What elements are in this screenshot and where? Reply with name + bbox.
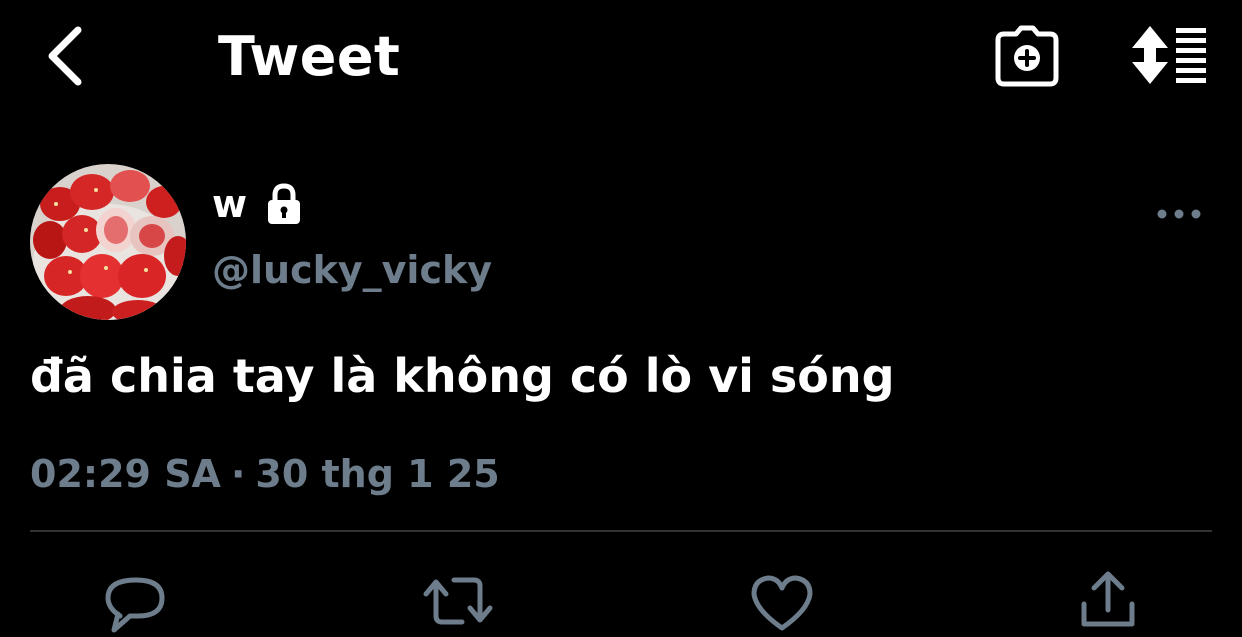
like-button[interactable]	[746, 568, 818, 637]
retweet-button[interactable]	[422, 568, 494, 637]
chevron-left-icon	[48, 26, 82, 86]
divider	[30, 530, 1212, 532]
page-title: Tweet	[218, 25, 401, 88]
strawberries-avatar	[30, 164, 186, 320]
heart-icon	[751, 575, 813, 631]
retweet-icon	[423, 577, 493, 625]
more-horizontal-icon	[1157, 209, 1201, 219]
back-button[interactable]	[40, 22, 96, 90]
tweet-detail-screen: Tweet w @lucky_vicky đã chia tay là khôn…	[0, 0, 1242, 637]
lock-icon	[265, 183, 303, 225]
tweet-date: 30 thg 1 25	[255, 452, 500, 496]
tweet-timestamp: 02:29 SA · 30 thg 1 25	[30, 448, 500, 500]
display-name: w	[212, 182, 248, 226]
camera-button[interactable]	[994, 24, 1060, 88]
timestamp-separator: ·	[230, 452, 246, 496]
reply-button[interactable]	[100, 568, 172, 637]
more-button[interactable]	[1152, 196, 1206, 232]
camera-plus-icon	[995, 25, 1059, 87]
sort-button[interactable]	[1130, 24, 1210, 86]
avatar[interactable]	[30, 164, 186, 320]
author-name-row[interactable]: w	[212, 178, 303, 230]
tweet-text: đã chia tay là không có lò vi sóng	[30, 349, 895, 403]
share-button[interactable]	[1072, 568, 1144, 637]
share-icon	[1081, 571, 1135, 627]
reply-icon	[105, 577, 165, 633]
tweet-time: 02:29 SA	[30, 452, 221, 496]
author-handle[interactable]: @lucky_vicky	[212, 244, 492, 296]
sort-lines-icon	[1132, 26, 1206, 84]
